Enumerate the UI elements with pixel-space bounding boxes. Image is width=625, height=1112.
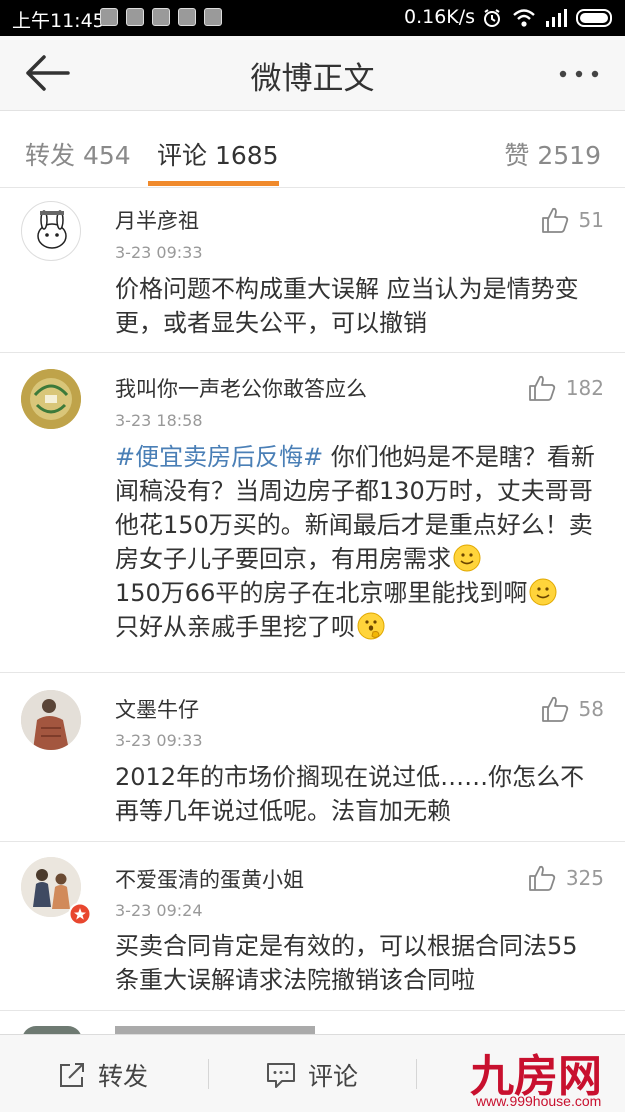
comment-button[interactable]: 评论 — [266, 1057, 358, 1093]
comment-label: 评论 — [308, 1062, 359, 1091]
notification-icons — [100, 8, 222, 26]
repost-label: 转发 — [98, 1062, 149, 1091]
alarm-icon — [484, 9, 500, 27]
tab-likes[interactable]: 赞 2519 — [504, 136, 601, 172]
comment-text: 价格问题不构成重大误解 应当认为是情势变更，或者显失公平，可以撤销 — [115, 275, 579, 337]
network-speed: 0.16K/s — [404, 6, 476, 28]
thinking-emoji-icon — [357, 612, 385, 640]
comment-item: 不爱蛋清的蛋黄小姐 3-23 09:24 325 买卖合同肯定是有效的，可以根据… — [0, 843, 625, 1011]
status-bar: 上午11:45 0.16K/s — [0, 0, 625, 36]
divider — [208, 1059, 209, 1089]
comment-time: 3-23 09:33 — [115, 731, 203, 750]
comment-time: 3-23 09:33 — [115, 243, 203, 262]
comment-text: 买卖合同肯定是有效的，可以根据合同法55条重大误解请求法院撤销该合同啦 — [115, 932, 578, 994]
tab-bar: 转发 454 评论 1685 赞 2519 — [0, 111, 625, 188]
active-tab-indicator — [148, 181, 279, 186]
notification-app-icon — [126, 8, 144, 26]
like-count: 58 — [578, 697, 604, 721]
tab-comments[interactable]: 评论 1685 — [157, 136, 279, 172]
notification-app-icon — [100, 8, 118, 26]
like-count: 325 — [565, 866, 604, 890]
comment-text: #便宜卖房后反悔# 你们他妈是不是瞎？看新闻稿没有？当周边房子都130万时，丈夫… — [115, 440, 595, 644]
like-count: 182 — [565, 376, 604, 400]
comment-time: 3-23 09:24 — [115, 901, 203, 920]
comment-text-part: 只好从亲戚手里挖了呗 — [115, 613, 355, 641]
comment-text: 2012年的市场价搁现在说过低……你怎么不再等几年说过低呢。法盲加无赖 — [115, 763, 585, 825]
like-button[interactable]: 58 — [541, 696, 604, 722]
status-time: 上午11:45 — [12, 10, 105, 32]
like-button[interactable]: 182 — [528, 375, 604, 401]
more-options-icon[interactable] — [557, 59, 601, 89]
repost-button[interactable]: 转发 — [58, 1057, 148, 1093]
comment-item: 月半彦祖 3-23 09:33 51 价格问题不构成重大误解 应当认为是情势变更… — [0, 188, 625, 353]
comment-author[interactable]: 月半彦祖 — [115, 205, 199, 235]
comment-icon — [267, 1063, 295, 1088]
thumbs-up-icon — [528, 865, 555, 891]
thumbs-up-icon — [541, 696, 568, 722]
comment-author[interactable]: 文墨牛仔 — [115, 694, 199, 724]
comment-text-part: 150万66平的房子在北京哪里能找到啊 — [115, 579, 528, 607]
avatar[interactable] — [21, 201, 81, 261]
avatar-image — [21, 369, 81, 429]
wifi-icon — [513, 9, 535, 27]
thumbs-up-icon — [528, 375, 555, 401]
avatar-image — [21, 690, 81, 750]
topic-hashtag-link[interactable]: #便宜卖房后反悔# — [115, 443, 323, 471]
divider — [416, 1059, 417, 1089]
tab-reposts[interactable]: 转发 454 — [25, 136, 131, 172]
smile-emoji-icon — [529, 578, 557, 606]
battery-icon — [576, 9, 612, 27]
comment-item: 我叫你一声老公你敢答应么 3-23 18:58 182 #便宜卖房后反悔# 你们… — [0, 354, 625, 673]
like-count: 51 — [578, 208, 604, 232]
page-title: 微博正文 — [250, 61, 375, 97]
avatar[interactable] — [21, 369, 81, 429]
signal-icon — [546, 9, 567, 27]
like-button[interactable]: 325 — [528, 865, 604, 891]
site-watermark-logo: 九房网 www.999house.com — [470, 1040, 620, 1110]
avatar[interactable] — [21, 690, 81, 750]
like-button[interactable]: 51 — [541, 207, 604, 233]
comment-author[interactable]: 不爱蛋清的蛋黄小姐 — [115, 864, 304, 894]
comment-item: 文墨牛仔 3-23 09:33 58 2012年的市场价搁现在说过低……你怎么不… — [0, 674, 625, 842]
comment-author[interactable]: 我叫你一声老公你敢答应么 — [115, 373, 367, 403]
comment-time: 3-23 18:58 — [115, 411, 203, 430]
avatar-image — [37, 210, 67, 249]
repost-icon — [60, 1063, 84, 1087]
notification-app-icon — [204, 8, 222, 26]
title-bar: 微博正文 — [0, 36, 625, 111]
verified-badge-icon — [68, 902, 92, 926]
thumbs-up-icon — [541, 207, 568, 233]
notification-app-icon — [178, 8, 196, 26]
notification-app-icon — [152, 8, 170, 26]
watermark-url: www.999house.com — [476, 1093, 602, 1109]
smile-emoji-icon — [453, 544, 481, 572]
